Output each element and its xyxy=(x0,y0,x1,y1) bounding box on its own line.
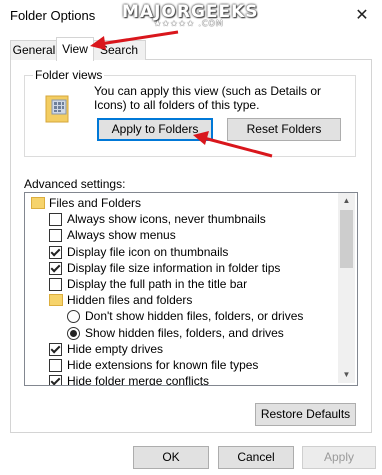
tree-item-label: Hide extensions for known file types xyxy=(67,358,259,372)
watermark-subtext: ★★★★★ .COM xyxy=(154,19,224,28)
tree-folder-item: Files and Folders xyxy=(25,195,337,211)
tree-checkbox-item[interactable]: Hide extensions for known file types xyxy=(25,357,337,373)
tree-folder-item: Hidden files and folders xyxy=(25,292,337,308)
radio-button[interactable] xyxy=(67,326,80,340)
tree-item-label: Display file size information in folder … xyxy=(67,260,281,275)
cancel-button[interactable]: Cancel xyxy=(218,446,294,469)
tree-checkbox-item[interactable]: Always show menus xyxy=(25,227,337,243)
folder-icon xyxy=(31,197,45,209)
tree-radio-item[interactable]: Show hidden files, folders, and drives xyxy=(25,325,337,341)
checkbox[interactable] xyxy=(49,229,62,243)
tree-checkbox-item[interactable]: Display file icon on thumbnails xyxy=(25,244,337,260)
checkbox[interactable] xyxy=(49,213,62,227)
tree-item-label: Always show icons, never thumbnails xyxy=(67,212,266,227)
scrollbar-thumb[interactable] xyxy=(340,210,353,268)
tree-checkbox-item[interactable]: Hide folder merge conflicts xyxy=(25,373,337,386)
radio-button[interactable] xyxy=(67,310,80,324)
checkbox[interactable] xyxy=(49,245,62,259)
tab-search[interactable]: Search xyxy=(92,40,146,60)
scroll-down-icon[interactable]: ▼ xyxy=(338,368,355,382)
tree-item-label: Files and Folders xyxy=(49,196,142,210)
window-title: Folder Options xyxy=(10,8,96,23)
tree-item-label: Hide empty drives xyxy=(67,341,164,356)
close-icon[interactable]: ✕ xyxy=(350,4,374,28)
reset-folders-button[interactable]: Reset Folders xyxy=(227,118,341,141)
tree-item-label: Hidden files and folders xyxy=(67,293,193,308)
tree-item-label: Don't show hidden files, folders, or dri… xyxy=(85,309,304,324)
checkbox[interactable] xyxy=(49,342,62,356)
advanced-settings-label: Advanced settings: xyxy=(24,177,126,191)
folder-views-icon xyxy=(44,94,72,123)
tree-checkbox-item[interactable]: Display the full path in the title bar xyxy=(25,276,337,292)
folder-icon xyxy=(49,294,63,307)
checkbox[interactable] xyxy=(49,261,62,275)
tree-checkbox-item[interactable]: Display file size information in folder … xyxy=(25,260,337,276)
checkbox[interactable] xyxy=(49,278,62,291)
tab-general[interactable]: General xyxy=(10,40,58,60)
tree-item-label: Display file icon on thumbnails xyxy=(67,244,229,259)
folder-views-description: You can apply this view (such as Details… xyxy=(94,84,322,112)
apply-to-folders-button[interactable]: Apply to Folders xyxy=(97,118,213,141)
tree-item-label: Hide folder merge conflicts xyxy=(67,374,210,386)
checkbox[interactable] xyxy=(49,375,62,385)
checkbox[interactable] xyxy=(49,359,62,372)
tree-item-label: Show hidden files, folders, and drives xyxy=(85,325,284,340)
apply-button: Apply xyxy=(302,446,376,469)
tree-item-label: Always show menus xyxy=(67,228,176,243)
advanced-settings-tree[interactable]: Files and Folders Always show icons, neve… xyxy=(24,192,358,386)
tree-radio-item[interactable]: Don't show hidden files, folders, or dri… xyxy=(25,308,337,324)
ok-button[interactable]: OK xyxy=(133,446,209,469)
tree-item-label: Display the full path in the title bar xyxy=(67,277,248,291)
folder-views-label: Folder views xyxy=(33,68,105,82)
restore-defaults-button[interactable]: Restore Defaults xyxy=(255,403,356,426)
tree-checkbox-item[interactable]: Always show icons, never thumbnails xyxy=(25,211,337,227)
tab-view[interactable]: View xyxy=(56,37,94,61)
tree-checkbox-item[interactable]: Hide empty drives xyxy=(25,341,337,357)
scroll-up-icon[interactable]: ▲ xyxy=(338,194,355,208)
